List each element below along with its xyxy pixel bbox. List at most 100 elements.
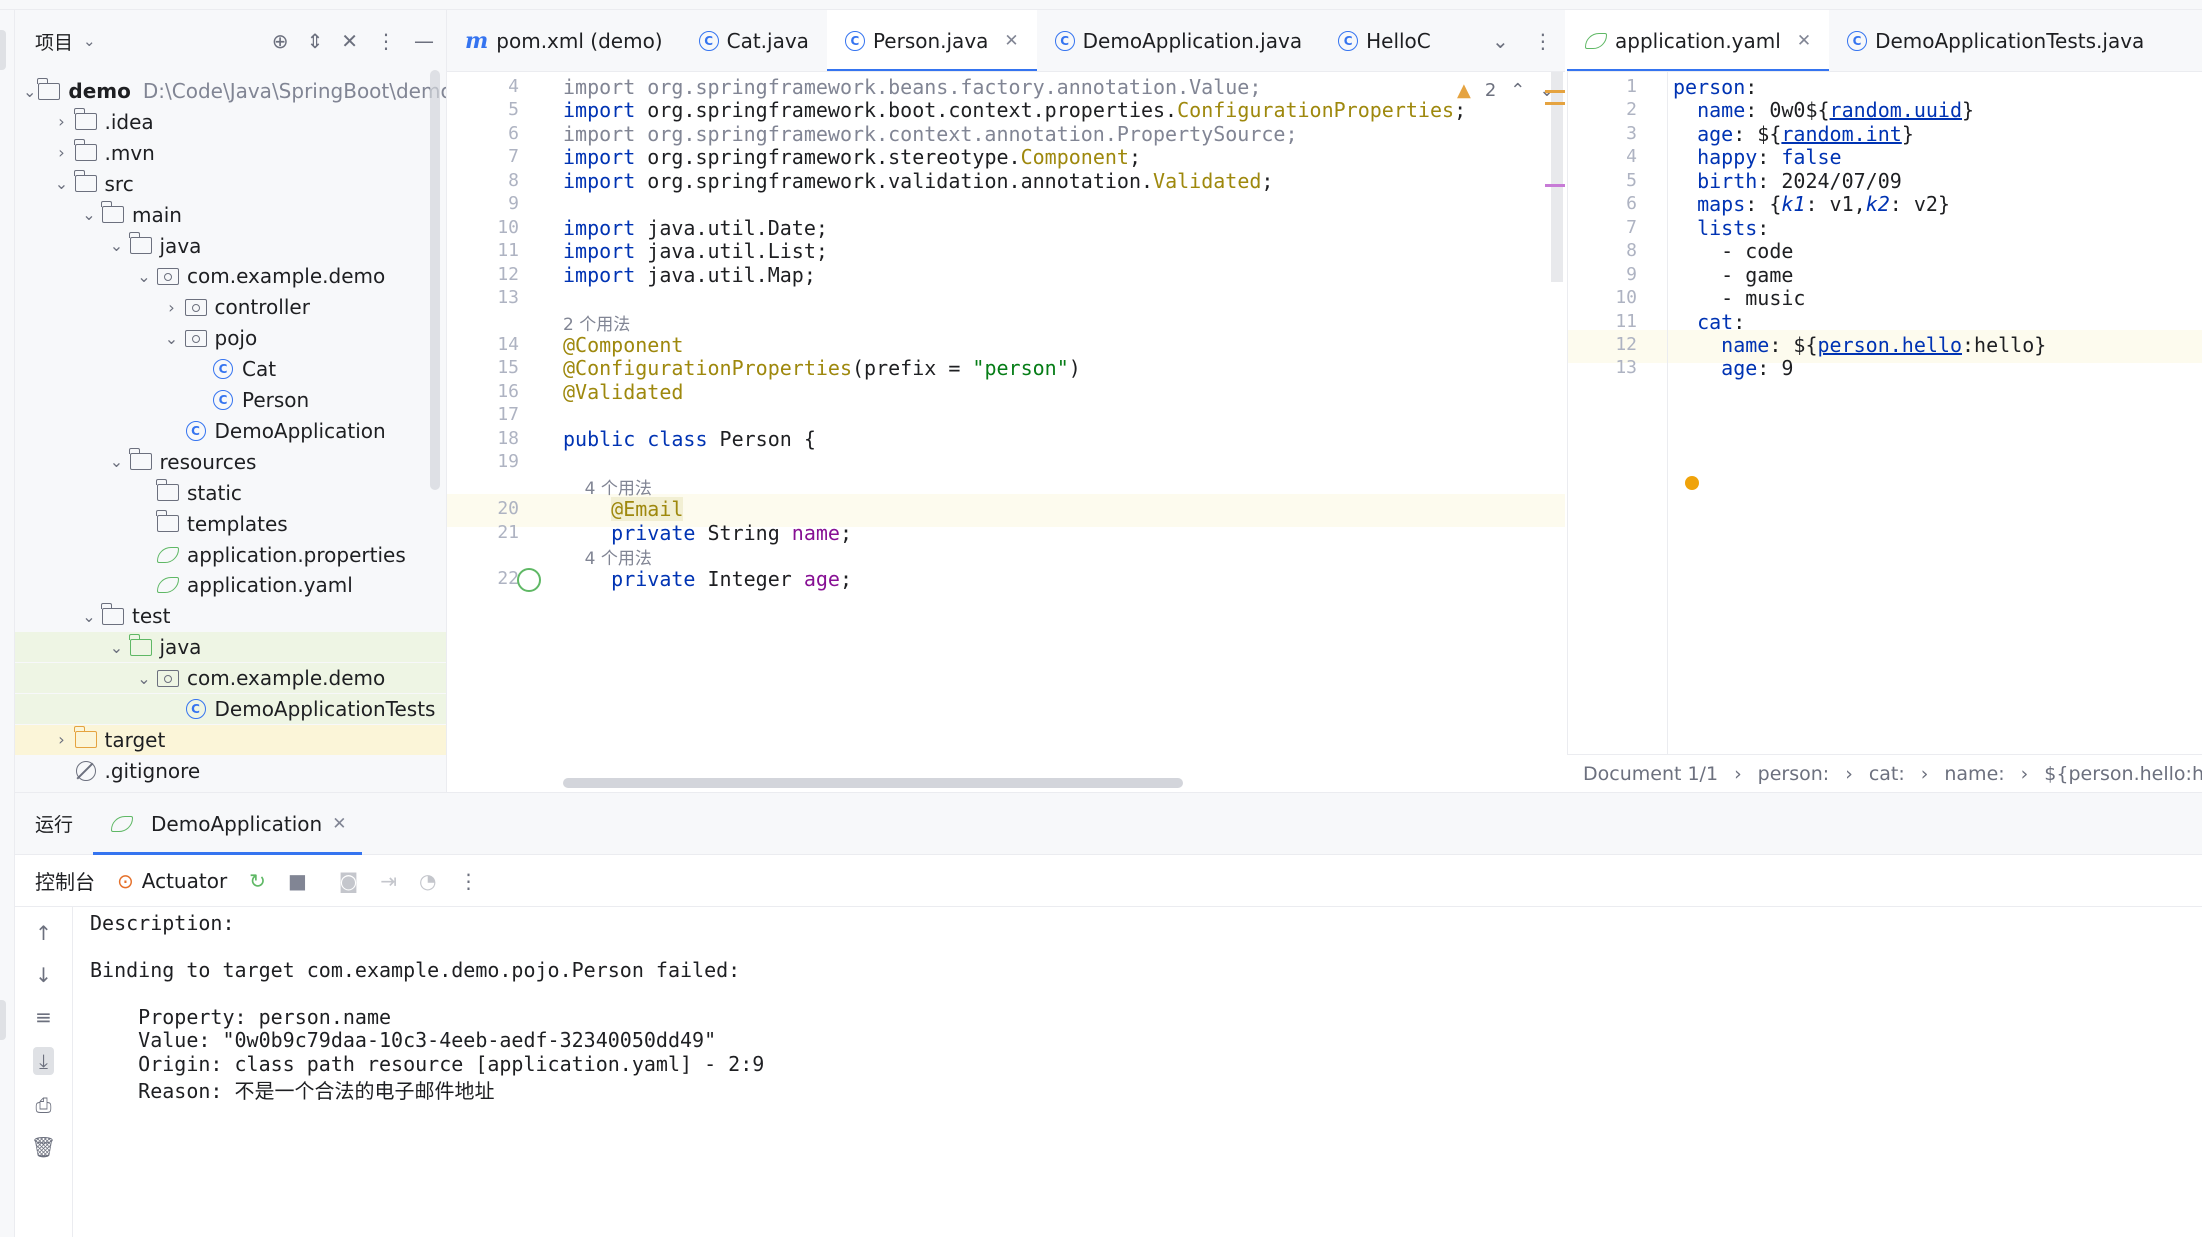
tree-item[interactable]: ⌄ java — [15, 632, 446, 663]
tree-item[interactable]: ⌄ com.example.demo — [15, 261, 446, 291]
editor-tab[interactable]: m pom.xml (demo) — [447, 10, 681, 71]
close-icon[interactable]: ✕ — [332, 814, 346, 834]
tree-item[interactable]: ⌄ main — [15, 200, 446, 230]
tree-item[interactable]: templates — [15, 509, 446, 539]
tree-item[interactable]: C DemoApplication — [15, 416, 446, 446]
editor-tab[interactable]: C HelloC — [1320, 10, 1449, 71]
soft-wrap-icon[interactable]: ≡ — [35, 1005, 52, 1029]
code-token: person — [1673, 75, 1746, 99]
arrow-up-icon[interactable]: ↑ — [35, 921, 52, 945]
chevron-right-icon[interactable]: › — [51, 143, 73, 162]
actuator-tab[interactable]: ⊙ Actuator — [117, 869, 227, 893]
more-options-icon[interactable]: ⋮ — [376, 29, 396, 53]
console-line: Description: — [90, 911, 235, 935]
tree-item[interactable]: C DemoApplicationTests — [15, 694, 446, 724]
chevron-down-icon[interactable]: ⌄ — [106, 638, 128, 657]
tree-item[interactable]: ⌄ com.example.demo — [15, 663, 446, 694]
chevron-down-icon[interactable]: ⌄ — [133, 669, 155, 688]
chevron-down-icon[interactable]: ⌄ — [78, 607, 100, 626]
chevron-down-icon[interactable]: ⌄ — [51, 174, 73, 193]
chevron-down-icon[interactable]: ⌄ — [106, 452, 128, 471]
chevron-down-icon[interactable]: ⌄ — [23, 82, 36, 101]
rerun-icon[interactable]: ↻ — [249, 869, 266, 893]
console-line: Reason: 不是一个合法的电子邮件地址 — [90, 1079, 495, 1104]
chevron-down-icon[interactable]: ⌄ — [78, 205, 100, 224]
editor-tab[interactable]: C Cat.java — [681, 10, 827, 71]
error-stripe-mark[interactable] — [1545, 184, 1565, 187]
chevron-down-icon[interactable]: ⌄ — [83, 32, 96, 50]
code-editor-yaml[interactable]: 1 2 3 4 5 6 7 8 9 10 11 12 13 person: name: 0w0${ran… — [1567, 72, 2202, 792]
intention-bulb-icon[interactable] — [1685, 476, 1699, 490]
breadcrumb-item[interactable]: person: — [1758, 763, 1830, 785]
print-icon[interactable]: ⎙ — [36, 1093, 52, 1117]
breadcrumb-item[interactable]: cat: — [1869, 763, 1905, 785]
arrow-down-icon[interactable]: ↓ — [35, 963, 52, 987]
close-icon[interactable]: ✕ — [1797, 31, 1811, 51]
tree-item[interactable]: › .mvn — [15, 138, 446, 168]
inspection-widget[interactable]: ▲ 2 ⌃ ⌄ — [1457, 80, 1554, 101]
tree-item[interactable]: static — [15, 478, 446, 508]
editor-tab[interactable]: C DemoApplicationTests.java — [1829, 10, 2162, 71]
tree-item[interactable]: ⌄ test — [15, 601, 446, 631]
spring-config-icon — [157, 577, 179, 594]
trash-icon[interactable]: 🗑 — [31, 1135, 56, 1159]
code-editor-person[interactable]: 4 5 6 7 8 9 10 11 12 13 14 15 16 17 18 19 20 21 22 import … — [447, 72, 1565, 792]
more-options-icon[interactable]: ⋮ — [458, 869, 478, 893]
chevron-right-icon[interactable]: › — [161, 298, 183, 317]
error-stripe-mark[interactable] — [1545, 102, 1565, 105]
code-token: import org.springframework.context.annot… — [563, 121, 1298, 146]
tree-item[interactable]: › .idea — [15, 107, 446, 137]
horizontal-scrollbar[interactable] — [563, 778, 1183, 788]
console-output[interactable]: Description: Binding to target com.exampl… — [90, 907, 2190, 1237]
chevron-right-icon[interactable]: › — [51, 112, 73, 131]
tree-scrollbar[interactable] — [430, 70, 440, 490]
tree-item[interactable]: ⌄ demo D:\Code\Java\SpringBoot\demo — [15, 76, 446, 106]
tree-item[interactable]: › controller — [15, 292, 446, 322]
breadcrumb-item[interactable]: ${person.hello:hello... — [2044, 763, 2202, 785]
tree-item[interactable]: ⌄ src — [15, 169, 446, 199]
editor-tab[interactable]: C DemoApplication.java — [1037, 10, 1320, 71]
stop-icon[interactable]: ■ — [288, 869, 307, 893]
breadcrumb-item[interactable]: name: — [1944, 763, 2004, 785]
code-line: @Email — [563, 497, 684, 522]
collapse-all-icon[interactable]: ✕ — [341, 29, 358, 53]
chevron-down-icon[interactable]: ⌄ — [161, 329, 183, 348]
chevron-down-icon[interactable]: ⌄ — [1492, 29, 1509, 53]
tree-item[interactable]: › target — [15, 724, 446, 755]
tree-item[interactable]: application.properties — [15, 540, 446, 570]
chevron-right-icon[interactable]: › — [51, 730, 73, 749]
exit-icon[interactable]: ⇥ — [380, 869, 397, 893]
editor-tab[interactable]: C Person.java ✕ — [826, 10, 1037, 71]
tree-item[interactable]: application.yaml — [15, 570, 446, 600]
project-title[interactable]: 项目 — [35, 28, 73, 55]
gauge-icon[interactable]: ◔ — [419, 869, 436, 893]
console-tab[interactable]: 控制台 — [35, 866, 95, 895]
tree-item[interactable]: ⌄ resources — [15, 447, 446, 477]
camera-icon[interactable]: ◙ — [339, 869, 358, 893]
minimize-icon[interactable]: — — [414, 29, 434, 53]
tool-window-marker[interactable] — [0, 1000, 6, 1040]
editor-tab[interactable]: application.yaml ✕ — [1567, 10, 1830, 71]
chevron-down-icon[interactable]: ⌄ — [133, 267, 155, 286]
code-token: : 9 — [1757, 356, 1794, 381]
line-number: 10 — [497, 216, 519, 238]
tree-item[interactable]: ⌄ pojo — [15, 323, 446, 353]
tree-item[interactable]: ⌄ java — [15, 231, 446, 261]
more-options-icon[interactable]: ⋮ — [1533, 29, 1553, 53]
tool-window-marker[interactable] — [0, 30, 6, 70]
expand-all-icon[interactable]: ⇕ — [306, 29, 323, 53]
scroll-to-end-icon[interactable]: ⤓ — [33, 1047, 54, 1075]
code-token: happy — [1673, 145, 1758, 170]
bean-gutter-icon[interactable] — [517, 568, 541, 592]
tree-item[interactable]: C Person — [15, 385, 446, 415]
run-config-tab[interactable]: DemoApplication ✕ — [93, 793, 363, 855]
code-token: public class — [563, 426, 720, 451]
chevron-up-icon[interactable]: ⌃ — [1510, 80, 1525, 101]
breadcrumb-item[interactable]: Document 1/1 — [1583, 763, 1718, 785]
tree-item[interactable]: .gitignore — [15, 756, 446, 786]
tree-item[interactable]: C Cat — [15, 354, 446, 384]
locate-icon[interactable]: ⊕ — [272, 29, 289, 53]
close-icon[interactable]: ✕ — [1004, 31, 1018, 51]
chevron-down-icon[interactable]: ⌄ — [106, 236, 128, 255]
error-stripe-mark[interactable] — [1545, 90, 1565, 93]
